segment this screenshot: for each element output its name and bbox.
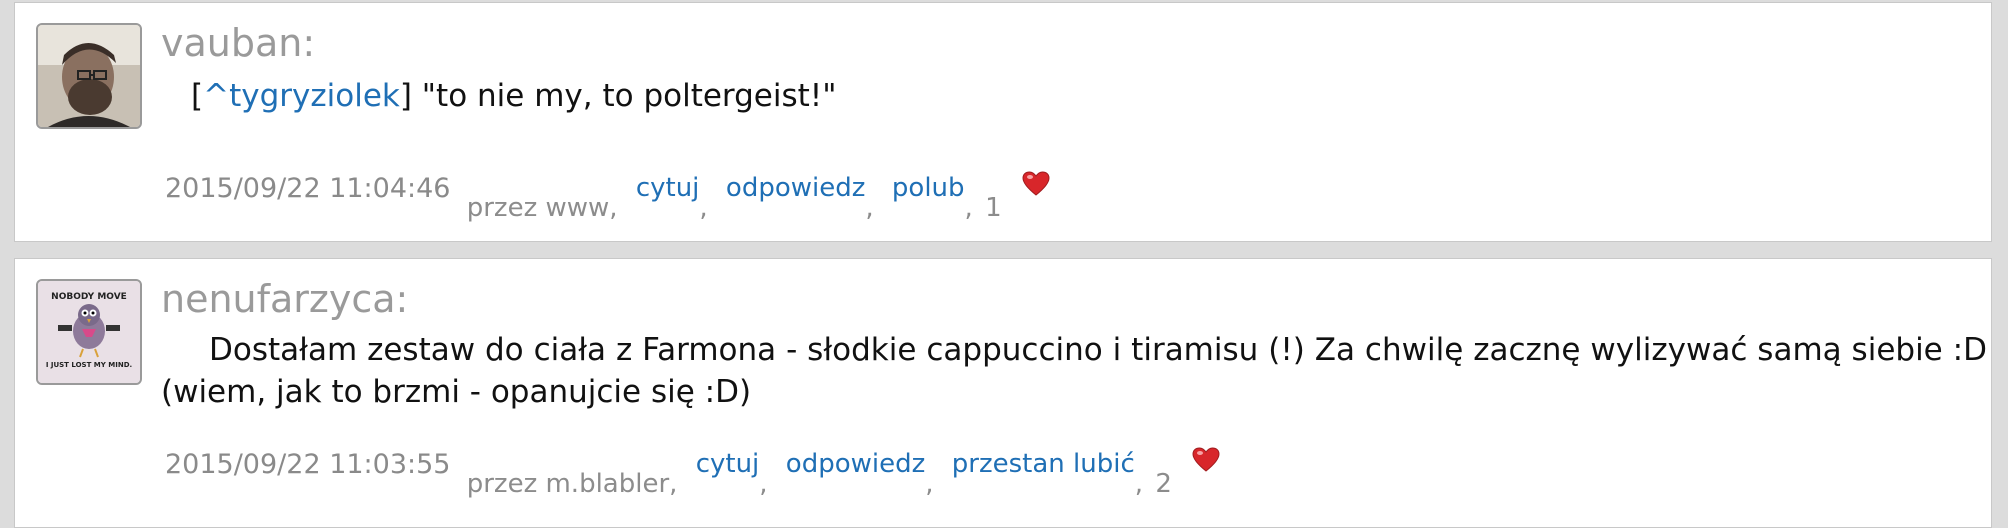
man-portrait-avatar-icon bbox=[38, 25, 140, 127]
reply-link[interactable]: odpowiedz bbox=[786, 449, 925, 479]
like-link[interactable]: polub bbox=[892, 173, 965, 203]
heart-icon bbox=[1192, 447, 1220, 472]
post-timestamp[interactable]: 2015/09/22 11:04:46 bbox=[165, 173, 450, 204]
message-suffix: ] "to nie my, to poltergeist!" bbox=[399, 78, 837, 114]
reply-link[interactable]: odpowiedz bbox=[726, 173, 865, 203]
avatar-caption-bottom: I JUST LOST MY MIND. bbox=[46, 361, 132, 369]
post-card: NOBODY MOVE I JUST LOST MY MIND. nenufar… bbox=[14, 258, 1992, 528]
separator: , bbox=[865, 193, 874, 223]
username-colon: : bbox=[302, 21, 316, 65]
post-username[interactable]: vauban: bbox=[161, 21, 315, 65]
heart-icon bbox=[1022, 171, 1050, 196]
like-count: 1 bbox=[985, 193, 1002, 223]
username-text[interactable]: nenufarzyca bbox=[161, 277, 396, 321]
username-text[interactable]: vauban bbox=[161, 21, 302, 65]
post-username[interactable]: nenufarzyca: bbox=[161, 277, 408, 321]
post-card: vauban: [^tygryziolek] "to nie my, to po… bbox=[14, 2, 1992, 242]
post-meta: 2015/09/22 11:04:46 przez www, cytuj, od… bbox=[165, 169, 1050, 223]
unlike-link[interactable]: przestan lubić bbox=[952, 449, 1135, 479]
user-avatar[interactable]: NOBODY MOVE I JUST LOST MY MIND. bbox=[36, 279, 142, 385]
like-count: 2 bbox=[1155, 469, 1172, 499]
post-meta: 2015/09/22 11:03:55 przez m.blabler, cyt… bbox=[165, 445, 1220, 499]
avatar-caption-top: NOBODY MOVE bbox=[51, 292, 127, 302]
separator: , bbox=[699, 193, 708, 223]
username-colon: : bbox=[395, 277, 409, 321]
separator: , bbox=[759, 469, 768, 499]
message-prefix: [ bbox=[191, 78, 204, 114]
user-avatar[interactable] bbox=[36, 23, 142, 129]
post-message: Dostałam zestaw do ciała z Farmona - sło… bbox=[161, 332, 1987, 410]
feed: vauban: [^tygryziolek] "to nie my, to po… bbox=[0, 0, 2008, 528]
post-message: [^tygryziolek] "to nie my, to poltergeis… bbox=[161, 75, 1987, 117]
separator: , bbox=[964, 193, 973, 223]
post-source: przez m.blabler, bbox=[466, 469, 678, 499]
separator: , bbox=[925, 469, 934, 499]
user-mention-link[interactable]: ^tygryziolek bbox=[203, 78, 400, 114]
post-source: przez www, bbox=[466, 193, 618, 223]
separator: , bbox=[1134, 469, 1144, 499]
quote-link[interactable]: cytuj bbox=[696, 449, 760, 479]
quote-link[interactable]: cytuj bbox=[636, 173, 700, 203]
pigeon-nobody-move-avatar-icon: NOBODY MOVE I JUST LOST MY MIND. bbox=[38, 281, 140, 383]
post-timestamp[interactable]: 2015/09/22 11:03:55 bbox=[165, 449, 450, 480]
